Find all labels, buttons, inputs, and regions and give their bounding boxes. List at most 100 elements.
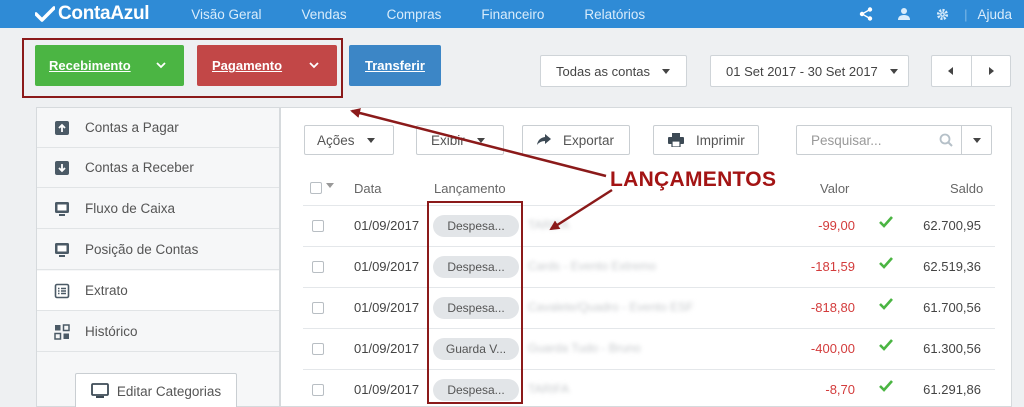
sidebar-item-posicao-de-contas[interactable]: Posição de Contas — [37, 230, 279, 270]
caret-left-icon — [948, 67, 954, 75]
row-value: -400,00 — [810, 341, 855, 356]
actions-label: Ações — [317, 132, 355, 148]
row-date: 01/09/2017 — [354, 218, 420, 233]
sidebar-item-extrato[interactable]: Extrato — [37, 271, 279, 311]
nav-item-vendas[interactable]: Vendas — [302, 7, 347, 22]
caret-down-icon — [972, 137, 981, 143]
sidebar-item-label: Fluxo de Caixa — [85, 201, 176, 216]
sidebar-item-label: Histórico — [85, 324, 138, 339]
row-checkbox[interactable] — [312, 343, 324, 355]
table-row[interactable]: 01/09/2017 Guarda V... Guarda Tudo - Bru… — [303, 328, 995, 369]
caret-down-icon — [366, 137, 375, 143]
table-row[interactable]: 01/09/2017 Despesa... TARIFA -8,70 61.29… — [303, 369, 995, 407]
check-icon — [879, 380, 893, 395]
monitor-icon — [53, 200, 71, 218]
column-header-balance[interactable]: Saldo — [950, 181, 983, 196]
row-value: -818,80 — [810, 300, 855, 315]
user-icon[interactable] — [896, 6, 912, 22]
sidebar-item-contas-a-pagar[interactable]: Contas a Pagar — [37, 108, 279, 148]
sidebar-item-label: Contas a Pagar — [85, 120, 179, 135]
next-period-button[interactable] — [972, 56, 1011, 86]
main-panel: Ações Exibir Exportar Imprimir Pesquisar… — [280, 107, 1012, 407]
logo-text: ContaAzul — [58, 3, 150, 24]
row-checkbox[interactable] — [312, 384, 324, 396]
caret-right-icon — [988, 67, 994, 75]
caret-down-icon — [889, 68, 898, 74]
caret-down-icon — [476, 137, 485, 143]
printer-icon — [668, 133, 684, 147]
share-icon[interactable] — [858, 6, 874, 22]
print-button[interactable]: Imprimir — [653, 125, 759, 155]
transfer-button-label: Transferir — [365, 58, 425, 73]
export-label: Exportar — [563, 132, 615, 148]
account-filter-select[interactable]: Todas as contas — [540, 55, 687, 87]
check-icon — [879, 216, 893, 231]
row-description: Cards - Evento Extremo — [528, 259, 657, 273]
table-row[interactable]: 01/09/2017 Despesa... Cards - Evento Ext… — [303, 246, 995, 287]
nav-item-compras[interactable]: Compras — [387, 7, 442, 22]
row-checkbox[interactable] — [312, 220, 324, 232]
column-header-entry[interactable]: Lançamento — [434, 181, 506, 196]
view-label: Exibir — [431, 132, 465, 148]
sidebar-item-label: Posição de Contas — [85, 242, 199, 257]
table-row[interactable]: 01/09/2017 Despesa... Cavalete/Quadro - … — [303, 287, 995, 328]
nav-item-visao-geral[interactable]: Visão Geral — [191, 7, 261, 22]
search-box[interactable]: Pesquisar... — [796, 125, 992, 155]
actions-dropdown[interactable]: Ações — [304, 125, 394, 155]
select-all-checkbox[interactable] — [310, 182, 322, 197]
edit-categories-button[interactable]: Editar Categorias — [75, 373, 237, 407]
help-link[interactable]: Ajuda — [977, 7, 1012, 22]
main-nav: Visão Geral Vendas Compras Financeiro Re… — [191, 7, 685, 22]
row-description: Cavalete/Quadro - Evento ESF — [528, 300, 694, 314]
table-row[interactable]: 01/09/2017 Despesa... TARIFA -99,00 62.7… — [303, 205, 995, 246]
view-dropdown[interactable]: Exibir — [416, 125, 504, 155]
sidebar-item-fluxo-de-caixa[interactable]: Fluxo de Caixa — [37, 189, 279, 229]
download-box-icon — [53, 159, 71, 177]
row-balance: 61.700,56 — [923, 300, 981, 315]
nav-item-financeiro[interactable]: Financeiro — [481, 7, 544, 22]
sidebar-item-label: Extrato — [85, 283, 128, 298]
nav-item-relatorios[interactable]: Relatórios — [584, 7, 645, 22]
caret-down-icon[interactable] — [326, 183, 334, 188]
logo[interactable]: ContaAzul — [35, 3, 150, 25]
search-icon[interactable] — [939, 133, 961, 147]
sidebar-item-historico[interactable]: Histórico — [37, 312, 279, 352]
search-input[interactable]: Pesquisar... — [797, 133, 939, 148]
column-header-value[interactable]: Valor — [820, 181, 849, 196]
date-range-value: 01 Set 2017 - 30 Set 2017 — [726, 63, 878, 79]
search-options-dropdown[interactable] — [961, 126, 991, 154]
check-icon — [879, 339, 893, 354]
monitor-icon — [53, 241, 71, 259]
caret-down-icon — [661, 68, 670, 74]
row-description: Guarda Tudo - Bruno — [528, 341, 641, 355]
sidebar-item-label: Contas a Receber — [85, 160, 194, 175]
list-icon — [53, 282, 71, 300]
account-filter-value: Todas as contas — [556, 63, 650, 79]
row-date: 01/09/2017 — [354, 382, 420, 397]
previous-period-button[interactable] — [932, 56, 972, 86]
sidebar-item-contas-a-receber[interactable]: Contas a Receber — [37, 148, 279, 188]
row-balance: 61.291,86 — [923, 382, 981, 397]
export-button[interactable]: Exportar — [522, 125, 630, 155]
sidebar: Contas a Pagar Contas a Receber Fluxo de… — [36, 107, 280, 407]
annotation-label: LANÇAMENTOS — [610, 168, 777, 191]
edit-categories-label: Editar Categorias — [116, 383, 222, 399]
row-value: -8,70 — [825, 382, 855, 397]
row-date: 01/09/2017 — [354, 341, 420, 356]
transfer-button[interactable]: Transferir — [349, 45, 441, 86]
upload-box-icon — [53, 119, 71, 137]
gear-icon[interactable] — [934, 6, 950, 22]
row-description: TARIFA — [528, 382, 570, 396]
share-arrow-icon — [537, 134, 551, 145]
row-balance: 62.519,36 — [923, 259, 981, 274]
date-range-select[interactable]: 01 Set 2017 - 30 Set 2017 — [710, 55, 909, 87]
top-navbar: ContaAzul Visão Geral Vendas Compras Fin… — [0, 0, 1024, 28]
entries-highlight-box — [427, 201, 523, 404]
row-balance: 62.700,95 — [923, 218, 981, 233]
row-checkbox[interactable] — [312, 302, 324, 314]
column-header-date[interactable]: Data — [354, 181, 381, 196]
row-checkbox[interactable] — [312, 261, 324, 273]
period-pager — [931, 55, 1011, 87]
buttons-highlight-box — [22, 38, 343, 98]
row-description: TARIFA — [528, 218, 570, 232]
